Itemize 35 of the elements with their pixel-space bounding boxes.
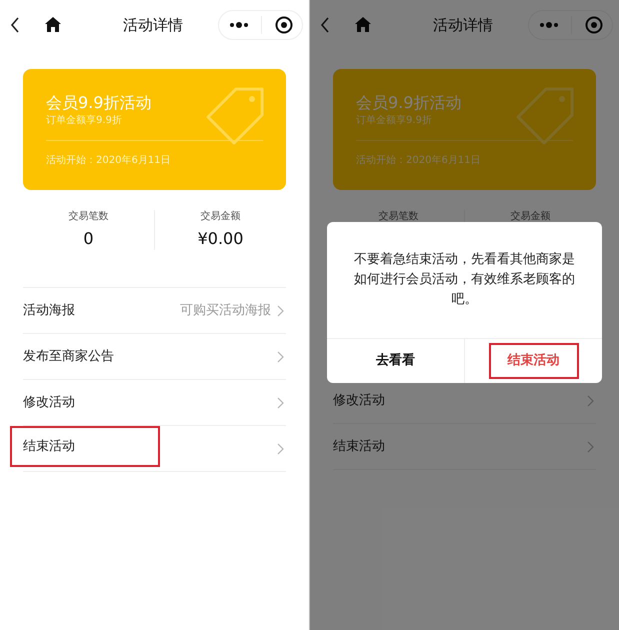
- menu-detail: 可购买活动海报: [180, 302, 271, 320]
- home-icon[interactable]: [45, 17, 61, 32]
- capsule-menu[interactable]: [218, 10, 303, 40]
- chevron-right-icon: [587, 440, 594, 452]
- page-title: 活动详情: [123, 15, 183, 35]
- close-target-icon[interactable]: [275, 16, 293, 34]
- stat-label: 交易金额: [200, 210, 240, 224]
- chevron-right-icon: [587, 394, 594, 406]
- chevron-right-icon: [277, 304, 284, 316]
- dialog-message: 不要着急结束活动，先看看其他商家是如何进行会员活动，有效维系老顾客的吧。: [353, 251, 576, 309]
- activity-title: 会员9.9折活动: [46, 92, 152, 114]
- stat-value: ¥0.00: [198, 228, 244, 250]
- menu-item[interactable]: 活动海报: [23, 300, 75, 320]
- activity-subtitle: 订单金额享9.9折: [356, 114, 433, 127]
- back-icon[interactable]: [10, 17, 20, 33]
- chevron-right-icon: [277, 350, 284, 362]
- activity-subtitle: 订单金额享9.9折: [46, 114, 123, 127]
- stat-label: 交易笔数: [68, 210, 108, 224]
- menu-item[interactable]: 结束活动: [10, 426, 160, 468]
- activity-start-date: 活动开始：2020年6月11日: [356, 154, 482, 167]
- chevron-right-icon: [277, 396, 284, 408]
- chevron-right-icon: [277, 442, 284, 454]
- page-title: 活动详情: [433, 15, 493, 35]
- menu-item[interactable]: 结束活动: [333, 436, 385, 456]
- menu-item[interactable]: 修改活动: [333, 390, 385, 410]
- menu-item[interactable]: 修改活动: [23, 392, 75, 412]
- view-button[interactable]: 去看看: [357, 343, 434, 379]
- end-activity-button[interactable]: 结束活动: [488, 343, 578, 379]
- menu-item[interactable]: 发布至商家公告: [23, 346, 114, 366]
- activity-title: 会员9.9折活动: [356, 92, 462, 114]
- activity-start-date: 活动开始：2020年6月11日: [46, 154, 172, 167]
- stat-label: 交易笔数: [378, 210, 418, 224]
- stat-label: 交易金额: [510, 210, 550, 224]
- stat-value: 0: [83, 228, 94, 250]
- more-icon[interactable]: [229, 22, 249, 28]
